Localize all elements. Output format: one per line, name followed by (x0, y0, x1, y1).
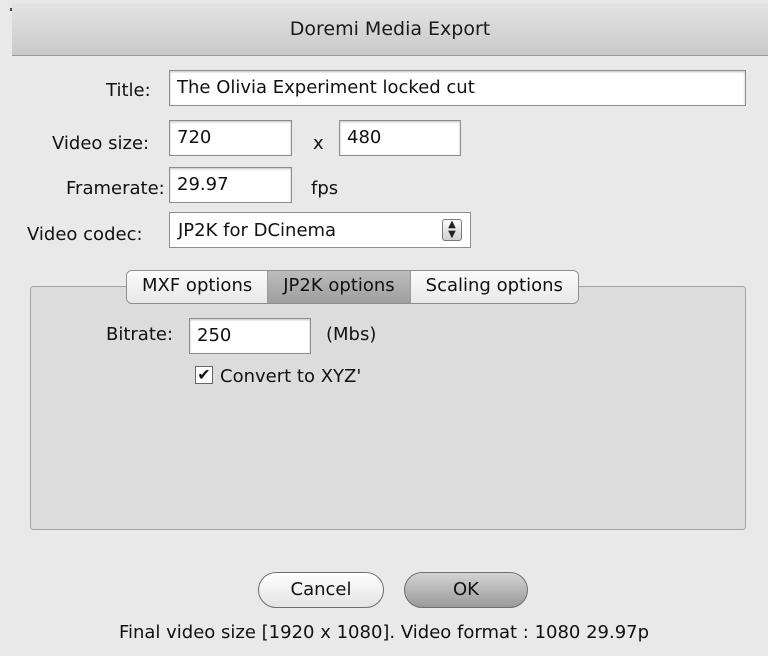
fps-label: fps (311, 178, 339, 199)
framerate-label: Framerate: (66, 178, 165, 199)
video-codec-select[interactable]: JP2K for DCinema ▲ ▼ (169, 212, 471, 248)
updown-arrows-icon: ▲ ▼ (442, 219, 462, 241)
video-width-field[interactable]: 720 (169, 120, 292, 156)
checkmark-icon: ✔ (197, 365, 211, 384)
video-codec-label: Video codec: (27, 224, 143, 245)
video-height-field[interactable]: 480 (339, 120, 461, 156)
framerate-field[interactable]: 29.97 (169, 167, 292, 203)
video-size-label: Video size: (52, 133, 150, 154)
convert-xyz-label: Convert to XYZ' (220, 366, 362, 387)
cancel-button[interactable]: Cancel (258, 572, 384, 608)
video-codec-value: JP2K for DCinema (178, 220, 337, 241)
window-titlebar: Doremi Media Export (12, 3, 768, 56)
convert-xyz-checkbox[interactable]: ✔ (195, 366, 213, 384)
window-title: Doremi Media Export (289, 18, 491, 40)
options-panel (30, 286, 746, 530)
bitrate-field[interactable]: 250 (189, 318, 311, 354)
tab-mxf-options[interactable]: MXF options (127, 271, 269, 303)
title-field[interactable]: The Olivia Experiment locked cut (169, 70, 746, 106)
title-label: Title: (106, 80, 151, 101)
status-text: Final video size [1920 x 1080]. Video fo… (118, 622, 650, 643)
bitrate-label: Bitrate: (106, 324, 174, 345)
tab-scaling-options[interactable]: Scaling options (410, 271, 578, 303)
video-size-x-label: x (313, 133, 324, 154)
bitrate-unit-label: (Mbs) (326, 324, 377, 345)
options-tab-bar: MXF options JP2K options Scaling options (126, 270, 579, 304)
ok-button[interactable]: OK (404, 572, 528, 608)
tab-jp2k-options[interactable]: JP2K options (268, 271, 411, 303)
